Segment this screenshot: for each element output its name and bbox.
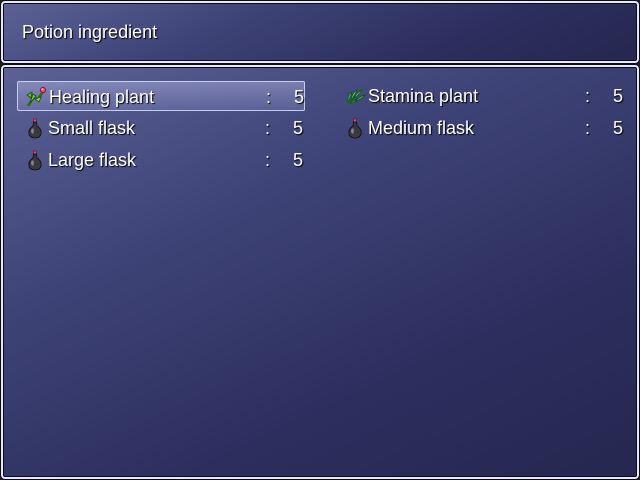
healing-plant-icon bbox=[24, 85, 48, 109]
ingredient-list-window: Healing plant : 5 Stamina plant : 5 Smal… bbox=[1, 65, 639, 479]
list-item-small-flask[interactable]: Small flask : 5 bbox=[17, 113, 305, 143]
flask-icon bbox=[23, 116, 47, 140]
list-item-medium-flask[interactable]: Medium flask : 5 bbox=[337, 113, 625, 143]
list-item-large-flask[interactable]: Large flask : 5 bbox=[17, 145, 305, 175]
item-quantity: 5 bbox=[292, 118, 303, 138]
item-separator: : bbox=[585, 86, 591, 106]
flask-icon bbox=[343, 116, 367, 140]
item-name: Healing plant bbox=[49, 87, 155, 107]
item-quantity: 5 bbox=[612, 86, 623, 106]
flask-icon bbox=[23, 148, 47, 172]
item-name: Small flask bbox=[48, 118, 136, 138]
list-item-healing-plant[interactable]: Healing plant : 5 bbox=[17, 81, 305, 111]
item-name: Large flask bbox=[48, 150, 137, 170]
stamina-plant-icon bbox=[343, 84, 367, 108]
item-separator: : bbox=[585, 118, 591, 138]
title-window: Potion ingredient bbox=[1, 1, 639, 63]
item-quantity: 5 bbox=[292, 150, 303, 170]
item-separator: : bbox=[266, 87, 272, 107]
item-quantity: 5 bbox=[612, 118, 623, 138]
item-quantity: 5 bbox=[293, 87, 304, 107]
item-name: Stamina plant bbox=[368, 86, 479, 106]
item-name: Medium flask bbox=[368, 118, 475, 138]
list-item-stamina-plant[interactable]: Stamina plant : 5 bbox=[337, 81, 625, 111]
window-title: Potion ingredient bbox=[22, 22, 158, 42]
item-separator: : bbox=[265, 118, 271, 138]
item-separator: : bbox=[265, 150, 271, 170]
